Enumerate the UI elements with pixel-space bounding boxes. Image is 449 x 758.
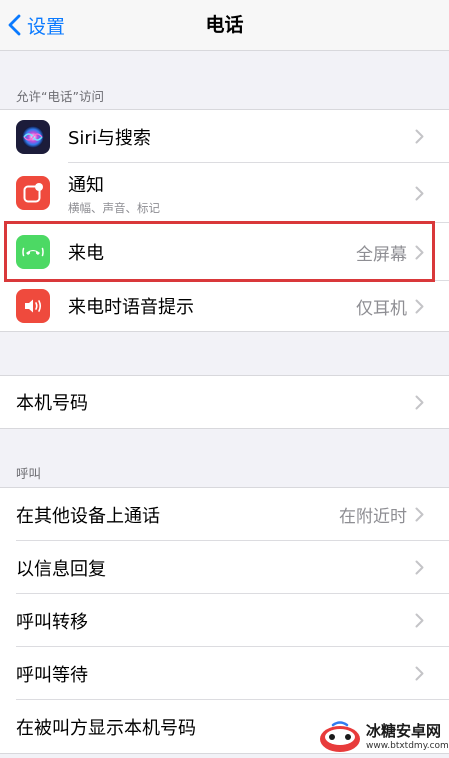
incoming-call-row[interactable]: 来电 全屏幕 xyxy=(0,223,449,281)
gamepad-logo-icon xyxy=(320,721,360,752)
notifications-label: 通知 xyxy=(68,174,104,196)
watermark-name: 冰糖安卓网 xyxy=(366,722,442,740)
chevron-right-icon xyxy=(415,129,427,144)
chevron-right-icon xyxy=(415,507,427,522)
calls-other-devices-value: 在附近时 xyxy=(339,507,407,527)
siri-search-label: Siri与搜索 xyxy=(68,127,151,149)
calls-section-header: 呼叫 xyxy=(16,466,42,481)
watermark-url: www.btxtdmy.com xyxy=(366,741,449,751)
siri-search-row[interactable]: Siri与搜索 xyxy=(0,110,449,163)
respond-with-text-label: 以信息回复 xyxy=(16,558,106,580)
call-waiting-row[interactable]: 呼叫等待 xyxy=(0,647,449,700)
phone-settings-screen: 设置 电话 允许“电话”访问 Siri与搜索 通知 横幅、声音、标记 来电 全屏… xyxy=(0,0,449,758)
call-forwarding-label: 呼叫转移 xyxy=(16,611,88,633)
calls-other-devices-label: 在其他设备上通话 xyxy=(16,505,160,527)
chevron-right-icon xyxy=(415,666,427,681)
chevron-right-icon xyxy=(415,299,427,314)
notifications-subtitle: 横幅、声音、标记 xyxy=(68,200,160,215)
incoming-call-value: 全屏幕 xyxy=(356,244,407,265)
announce-calls-row[interactable]: 来电时语音提示 仅耳机 xyxy=(0,281,449,331)
navigation-bar: 设置 电话 xyxy=(0,0,449,51)
my-number-group: 本机号码 xyxy=(0,375,449,429)
respond-with-text-row[interactable]: 以信息回复 xyxy=(0,541,449,594)
notifications-row[interactable]: 通知 横幅、声音、标记 xyxy=(0,163,449,223)
siri-icon xyxy=(16,119,50,154)
announce-calls-icon xyxy=(16,289,50,323)
chevron-right-icon xyxy=(415,613,427,628)
notifications-icon xyxy=(16,176,50,210)
calls-group: 在其他设备上通话 在附近时 以信息回复 呼叫转移 呼叫等待 在被叫方显示本机号码 xyxy=(0,487,449,754)
chevron-right-icon xyxy=(415,245,427,260)
watermark: 冰糖安卓网 www.btxtdmy.com xyxy=(318,716,449,758)
incoming-call-label: 来电 xyxy=(68,243,104,264)
page-title: 电话 xyxy=(205,14,244,36)
access-group: Siri与搜索 通知 横幅、声音、标记 来电 全屏幕 来电时语音提示 仅耳机 xyxy=(0,109,449,332)
my-number-label: 本机号码 xyxy=(16,393,88,414)
call-forwarding-row[interactable]: 呼叫转移 xyxy=(0,594,449,647)
calls-other-devices-row[interactable]: 在其他设备上通话 在附近时 xyxy=(0,488,449,541)
chevron-right-icon xyxy=(415,395,427,410)
my-number-row[interactable]: 本机号码 xyxy=(0,376,449,428)
announce-calls-value: 仅耳机 xyxy=(356,298,407,319)
incoming-call-icon xyxy=(16,235,50,269)
chevron-right-icon xyxy=(415,560,427,575)
access-section-header: 允许“电话”访问 xyxy=(16,89,104,104)
call-waiting-label: 呼叫等待 xyxy=(16,664,88,686)
chevron-right-icon xyxy=(415,186,427,201)
announce-calls-label: 来电时语音提示 xyxy=(68,297,194,318)
